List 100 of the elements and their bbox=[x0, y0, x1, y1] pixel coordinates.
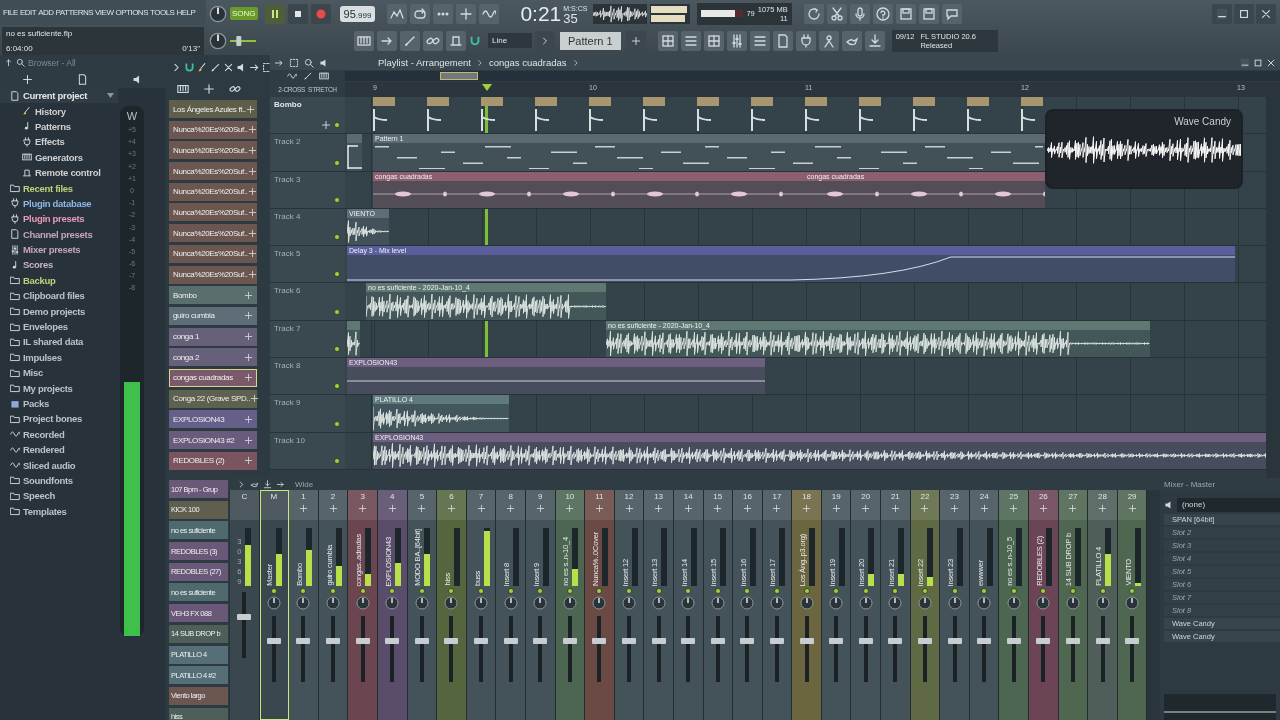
browser-item[interactable]: Recorded bbox=[0, 426, 118, 442]
item-label: Recent files bbox=[23, 182, 74, 194]
channel-button[interactable]: Nunca%20Es%20Suf.. bbox=[169, 265, 257, 284]
channel-button[interactable]: EXPLOSION43 bbox=[169, 410, 257, 429]
item-label: Clipboard files bbox=[23, 290, 86, 302]
item-label: Soundfonts bbox=[23, 474, 74, 486]
menu-item[interactable]: HELP bbox=[176, 8, 196, 17]
item-label: Plugin presets bbox=[23, 213, 86, 225]
channel-button[interactable]: conga 2 bbox=[169, 348, 257, 367]
browser-item[interactable]: Mixer presets bbox=[0, 241, 118, 258]
browser-item[interactable]: Misc bbox=[0, 365, 118, 381]
channel-button[interactable]: Nunca%20Es%20Suf.. bbox=[169, 182, 257, 201]
menu-item[interactable]: EDIT bbox=[19, 8, 37, 17]
channel-button[interactable]: Nunca%20Es%20Suf.. bbox=[169, 162, 257, 181]
browser-item[interactable]: Templates bbox=[0, 503, 118, 519]
item-label: Mixer presets bbox=[23, 244, 82, 256]
track-number: M bbox=[270, 491, 278, 503]
track-name: Track 9 bbox=[274, 398, 301, 408]
browser-title: Browser - All bbox=[28, 57, 76, 68]
track-number: 18 bbox=[802, 491, 812, 503]
browser-item[interactable]: Demo projects bbox=[0, 303, 118, 319]
channel-button[interactable]: EXPLOSION43 #2 bbox=[169, 431, 257, 449]
browser-item[interactable]: Channel presets bbox=[0, 226, 118, 242]
track-header[interactable]: Track 8 bbox=[270, 358, 345, 395]
browser-item[interactable]: My projects bbox=[0, 380, 118, 396]
track-header[interactable]: Track 9 bbox=[270, 395, 345, 432]
browser-item[interactable]: Scores bbox=[0, 257, 118, 273]
browser-item[interactable]: Impulses bbox=[0, 349, 118, 366]
channel-button[interactable]: Los Ángeles Azules ft.. bbox=[169, 100, 257, 118]
track-header[interactable]: Track 6 bbox=[270, 283, 345, 320]
channel-button[interactable]: REDOBLES (2) bbox=[169, 451, 257, 470]
browser-item[interactable]: Backup bbox=[0, 272, 118, 289]
track-number: 16 bbox=[742, 491, 752, 503]
track-header[interactable]: Track 5 bbox=[270, 246, 345, 283]
plugin-window-title: Wave Candy bbox=[1174, 116, 1231, 127]
browser-item[interactable]: Current project bbox=[0, 88, 118, 104]
browser-item[interactable]: Plugin presets bbox=[0, 211, 118, 227]
menu-item[interactable]: ADD bbox=[38, 8, 54, 17]
menu-item[interactable]: PATTERNS bbox=[55, 8, 93, 17]
channel-button[interactable]: conga 1 bbox=[169, 327, 257, 346]
item-label: Recorded bbox=[23, 428, 66, 440]
browser-item[interactable]: Envelopes bbox=[0, 318, 118, 335]
browser-item[interactable]: Clipboard files bbox=[0, 288, 118, 304]
browser-item[interactable]: Effects bbox=[0, 134, 118, 150]
browser-item[interactable]: History bbox=[0, 103, 118, 119]
item-label: Generators bbox=[35, 151, 84, 163]
breadcrumb-link[interactable]: congas cuadradas bbox=[488, 57, 567, 68]
track-header[interactable]: Track 2 bbox=[270, 134, 345, 171]
project-filename: no es suficiente.flp bbox=[6, 29, 74, 38]
track-number: 29 bbox=[1127, 491, 1137, 503]
channel-button[interactable]: guiro cumbia bbox=[169, 306, 257, 325]
browser-item[interactable]: Project bones bbox=[0, 411, 118, 427]
snap-dropdown[interactable]: Line bbox=[488, 33, 532, 48]
track-header[interactable]: Track 4 bbox=[270, 208, 345, 246]
browser-item[interactable]: Packs bbox=[0, 395, 118, 412]
plugin-dialog[interactable]: Wave Candy bbox=[1045, 109, 1243, 189]
browser-item[interactable]: Rendered bbox=[0, 442, 118, 458]
track-number: 27 bbox=[1068, 491, 1078, 503]
item-label: Backup bbox=[23, 274, 57, 286]
channel-button[interactable]: Nunca%20Es%20Suf.. bbox=[169, 141, 257, 160]
browser-item[interactable]: Generators bbox=[0, 149, 118, 165]
menu-item[interactable]: TOOLS bbox=[150, 8, 175, 17]
track-name: Track 2 bbox=[274, 137, 301, 147]
browser-item[interactable]: Remote control bbox=[0, 164, 118, 181]
channel-button[interactable]: congas cuadradas bbox=[169, 368, 257, 387]
browser-item[interactable]: Recent files bbox=[0, 180, 118, 196]
track-number: 28 bbox=[1098, 491, 1107, 503]
track-header[interactable]: Track 3 bbox=[270, 171, 345, 208]
item-label: Plugin database bbox=[23, 197, 93, 209]
track-header[interactable]: Track 7 bbox=[270, 320, 345, 358]
menu-item[interactable]: VIEW bbox=[95, 8, 114, 17]
browser-item[interactable]: Speech bbox=[0, 488, 118, 504]
track-number: 17 bbox=[772, 491, 782, 503]
menu-item[interactable]: OPTIONS bbox=[115, 8, 148, 17]
channel-button[interactable]: Nunca%20Es%20Suf.. bbox=[169, 244, 257, 263]
pattern-selector[interactable]: Pattern 1 bbox=[560, 31, 621, 50]
track-header[interactable]: Bombo bbox=[270, 97, 345, 134]
input-dropdown[interactable]: (none) bbox=[1177, 498, 1280, 512]
browser-item[interactable]: Sliced audio bbox=[0, 457, 118, 473]
channel-button[interactable]: Bombo bbox=[169, 286, 257, 305]
item-label: My projects bbox=[23, 382, 74, 394]
track-number: 19 bbox=[831, 491, 841, 503]
track-number: 13 bbox=[654, 491, 664, 503]
window-title: Mixer - Master bbox=[1164, 479, 1217, 489]
track-number: 8 bbox=[508, 491, 513, 503]
view-mode-label: Wide bbox=[295, 479, 314, 489]
browser-item[interactable]: Soundfonts bbox=[0, 472, 118, 489]
browser-item[interactable]: Plugin database bbox=[0, 195, 118, 212]
channel-button[interactable]: Nunca%20Es%20Suf.. bbox=[169, 120, 257, 139]
track-name: Track 10 bbox=[274, 435, 305, 445]
channel-button[interactable]: Nunca%20Es%20Suf.. bbox=[169, 203, 257, 222]
browser-item[interactable]: IL shared data bbox=[0, 334, 118, 350]
item-label: Templates bbox=[23, 505, 68, 517]
tempo-display[interactable]: 95.999 bbox=[339, 5, 376, 22]
menu-item[interactable]: FILE bbox=[3, 8, 18, 17]
track-header[interactable]: Track 10 bbox=[270, 432, 345, 469]
track-number: 6 bbox=[449, 491, 454, 503]
channel-button[interactable]: Nunca%20Es%20Suf.. bbox=[169, 224, 257, 243]
channel-button[interactable]: Conga 22 (Grave SPD.. bbox=[169, 389, 257, 408]
browser-item[interactable]: Patterns bbox=[0, 118, 118, 135]
